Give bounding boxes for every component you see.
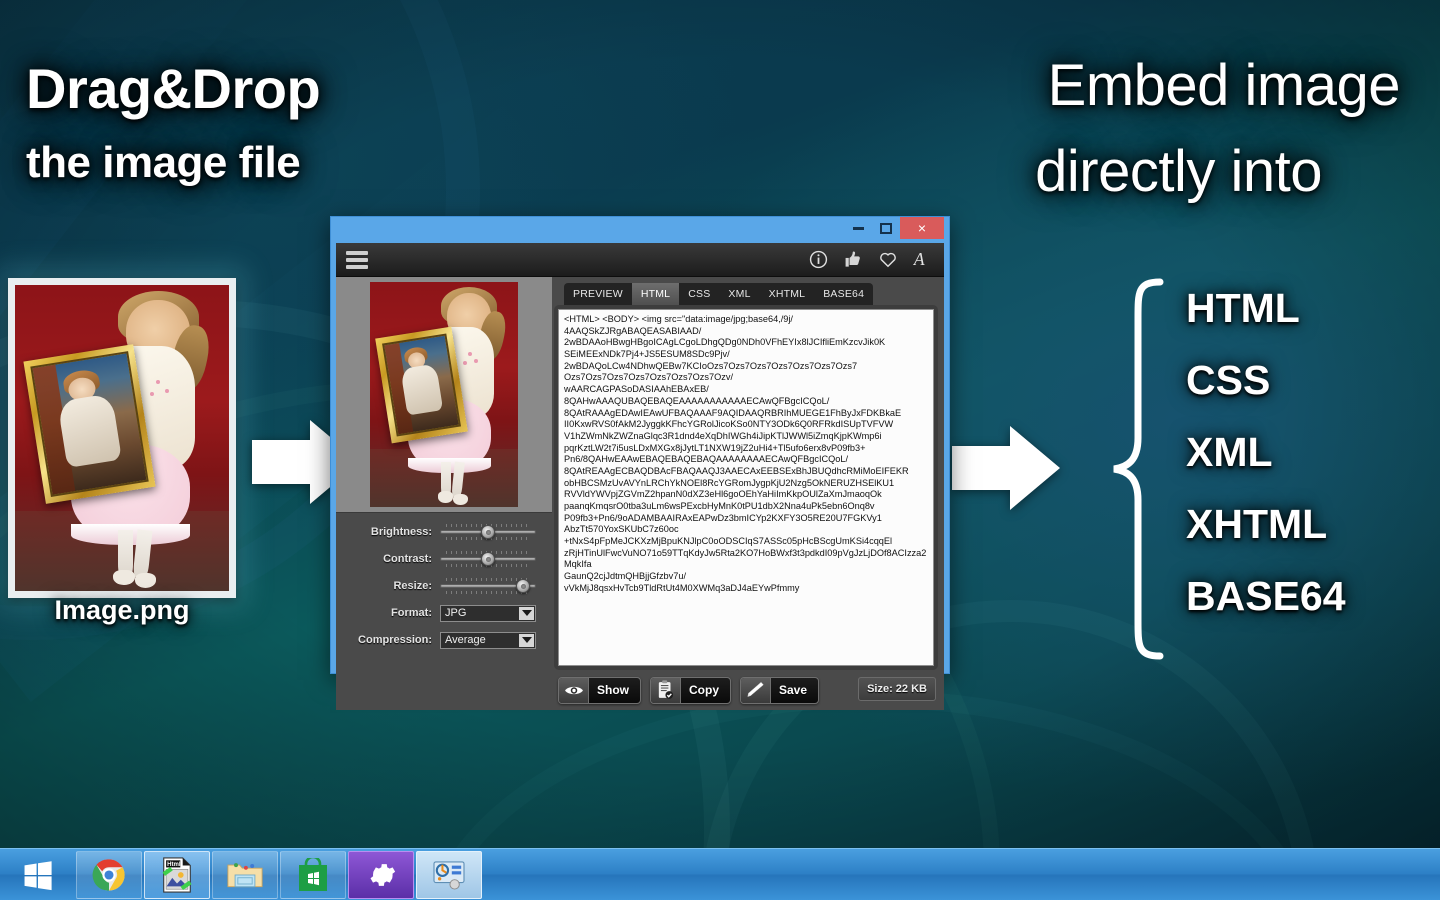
code-output-text[interactable]: <HTML> <BODY> <img src="data:image/jpg;b… <box>558 309 934 666</box>
tab-html[interactable]: HTML <box>631 283 680 305</box>
right-pane: PREVIEW HTML CSS XML XHTML BASE64 <HTML>… <box>552 277 944 670</box>
contrast-label: Contrast: <box>383 553 432 565</box>
curly-brace <box>1113 278 1164 660</box>
close-button[interactable]: × <box>900 217 944 239</box>
resize-label: Resize: <box>393 580 432 592</box>
save-button-label: Save <box>779 683 808 697</box>
resize-row: Resize: <box>340 577 544 595</box>
tab-css[interactable]: CSS <box>679 283 719 305</box>
window-controls: × <box>844 217 944 239</box>
chevron-down-icon[interactable] <box>519 633 534 647</box>
brightness-row: Brightness: <box>340 523 544 541</box>
pencil-icon <box>741 677 771 703</box>
compression-value: Average <box>445 634 486 646</box>
format-html: HTML <box>1186 285 1300 331</box>
size-badge: Size: 22 KB <box>858 677 936 701</box>
code-output-wrapper: <HTML> <BODY> <img src="data:image/jpg;b… <box>554 305 938 670</box>
show-button[interactable]: Show <box>558 676 641 704</box>
contrast-slider[interactable] <box>440 551 536 567</box>
portrait-frame <box>23 344 157 504</box>
brightness-slider[interactable] <box>440 524 536 540</box>
windows-logo-icon <box>24 860 52 890</box>
output-format-list: HTML CSS XML XHTML BASE64 <box>1186 288 1436 648</box>
start-button[interactable] <box>2 851 74 899</box>
resize-slider[interactable] <box>440 578 536 594</box>
font-icon[interactable]: A <box>912 247 934 271</box>
svg-text:A: A <box>913 249 925 269</box>
image-preview <box>370 282 518 507</box>
tab-xml[interactable]: XML <box>719 283 759 305</box>
app-bottom-bar: Show Copy Save Size: 22 KB <box>336 670 944 710</box>
svg-text:Html: Html <box>167 862 181 868</box>
format-base64: BASE64 <box>1186 573 1346 619</box>
format-select[interactable]: JPG <box>440 604 536 622</box>
app-toolbar: A <box>336 243 944 277</box>
save-button[interactable]: Save <box>740 676 820 704</box>
info-icon[interactable] <box>807 247 829 271</box>
format-row: Format: JPG <box>340 604 544 622</box>
brightness-label: Brightness: <box>370 526 432 538</box>
copy-button-label: Copy <box>689 683 719 697</box>
desktop: Drag&Drop the image file Embed image dir… <box>0 0 1440 900</box>
folder-icon <box>227 862 263 887</box>
compression-select[interactable]: Average <box>440 631 536 649</box>
tab-base64[interactable]: BASE64 <box>814 283 873 305</box>
format-xml: XML <box>1186 429 1273 475</box>
girl-with-portrait-photo <box>15 285 229 591</box>
arrow-right-icon-2 <box>952 426 1060 510</box>
image-preview-panel[interactable] <box>336 277 552 513</box>
application-window[interactable]: × A Brightness: Contrast: Resize: Format… <box>330 216 950 710</box>
store-bag-icon <box>299 857 327 891</box>
output-tabs: PREVIEW HTML CSS XML XHTML BASE64 <box>564 283 874 305</box>
format-value: JPG <box>445 607 467 619</box>
taskbar-item-store[interactable] <box>280 850 346 899</box>
eye-icon <box>559 677 589 703</box>
toolbar-icon-group: A <box>807 247 934 271</box>
compression-row: Compression: Average <box>340 631 544 649</box>
window-title-bar[interactable]: × <box>336 217 944 243</box>
adjustment-controls: Brightness: Contrast: Resize: Format: JP… <box>336 513 552 664</box>
chrome-icon <box>92 858 125 891</box>
chevron-down-icon[interactable] <box>519 606 534 620</box>
left-pane: Brightness: Contrast: Resize: Format: JP… <box>336 277 552 670</box>
source-image-thumbnail[interactable] <box>8 278 236 598</box>
tab-preview[interactable]: PREVIEW <box>564 283 632 305</box>
headline-embed-image-sub: directly into <box>1035 139 1322 204</box>
contrast-row: Contrast: <box>340 550 544 568</box>
headline-drag-drop: Drag&Drop <box>26 57 321 120</box>
thumbs-up-icon[interactable] <box>842 247 864 271</box>
maximize-button[interactable] <box>872 218 900 238</box>
copy-button[interactable]: Copy <box>650 676 731 704</box>
taskbar: Html <box>0 848 1440 900</box>
format-xhtml: XHTML <box>1186 501 1328 547</box>
taskbar-item-settings[interactable] <box>348 850 414 899</box>
show-button-label: Show <box>597 683 629 697</box>
headline-drag-drop-sub: the image file <box>26 138 301 187</box>
taskbar-item-chrome[interactable] <box>76 850 142 899</box>
gear-icon <box>370 863 396 886</box>
compression-label: Compression: <box>358 634 432 646</box>
taskbar-item-file-explorer[interactable] <box>212 850 278 899</box>
taskbar-item-control-panel[interactable] <box>416 850 482 899</box>
window-body: A Brightness: Contrast: Resize: Format: … <box>336 243 944 710</box>
headline-embed-image: Embed image <box>1047 53 1401 118</box>
html-image-file-icon: Html <box>162 856 192 893</box>
source-image-filename: Image.png <box>54 595 190 625</box>
format-label: Format: <box>391 607 432 619</box>
menu-icon[interactable] <box>346 250 368 269</box>
control-panel-icon <box>433 860 465 890</box>
heart-icon[interactable] <box>877 247 899 271</box>
format-css: CSS <box>1186 357 1271 403</box>
minimize-button[interactable] <box>844 218 872 238</box>
app-main-area: Brightness: Contrast: Resize: Format: JP… <box>336 277 944 670</box>
clipboard-check-icon <box>651 677 681 703</box>
tab-xhtml[interactable]: XHTML <box>760 283 815 305</box>
taskbar-item-html-image-app[interactable]: Html <box>144 850 210 899</box>
